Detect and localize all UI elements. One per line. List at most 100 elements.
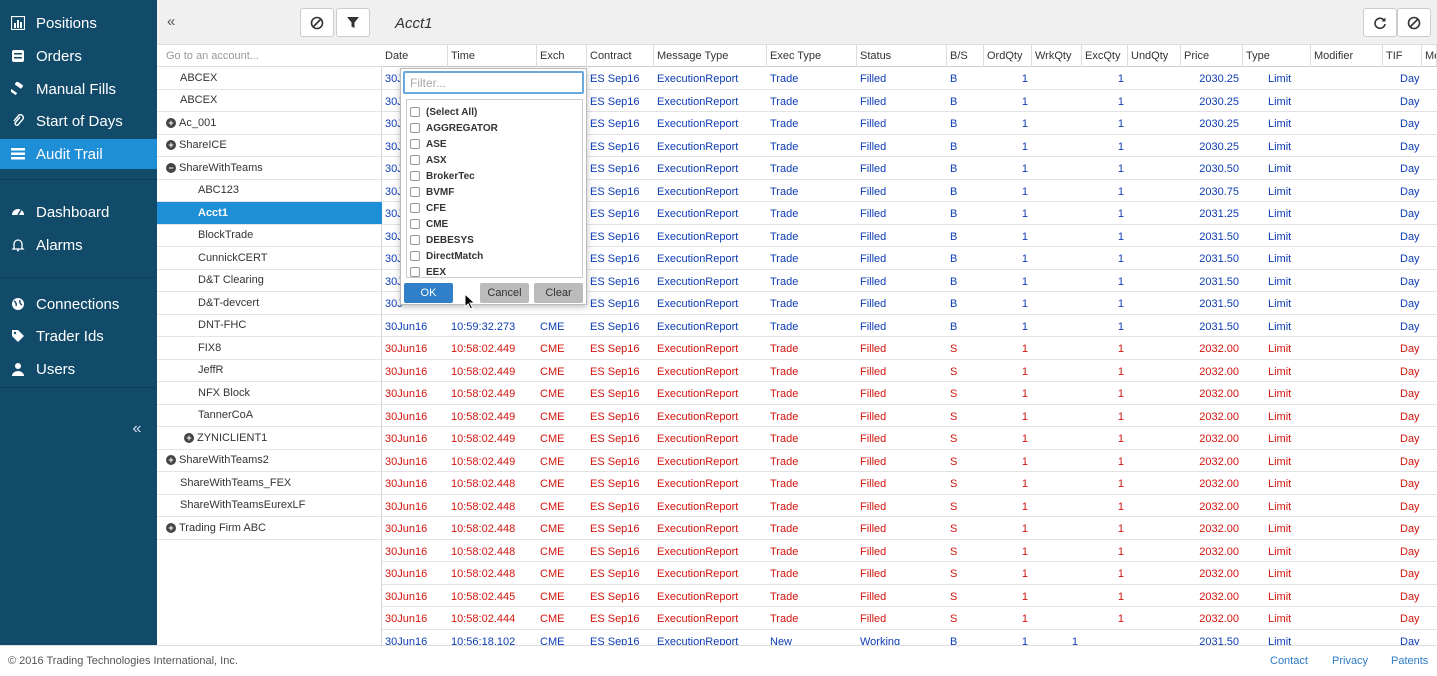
column-header[interactable]: Modifier xyxy=(1311,45,1383,67)
contact-link[interactable]: Contact xyxy=(1270,655,1308,667)
table-row[interactable]: 30Jun16 10:58:02.448 CME ES Sep16 ExecutionR… xyxy=(382,562,1437,585)
account-item[interactable]: + ShareICE xyxy=(157,135,382,157)
privacy-link[interactable]: Privacy xyxy=(1332,655,1368,667)
account-item[interactable]: DNT-FHC xyxy=(157,315,382,337)
expand-icon[interactable]: + xyxy=(166,522,176,533)
column-header[interactable]: Exch xyxy=(537,45,587,67)
table-row[interactable]: 30Jun16 10:58:02.448 CME ES Sep16 ExecutionR… xyxy=(382,495,1437,517)
table-row[interactable]: 30Jun16 10:58:02.444 CME ES Sep16 ExecutionR… xyxy=(382,607,1437,630)
filter-option-checkbox[interactable] xyxy=(410,219,420,229)
table-row[interactable]: 30Jun16 10:58:02.445 CME ES Sep16 ExecutionR… xyxy=(382,585,1437,607)
collapse-accounts-button[interactable]: « xyxy=(167,13,175,30)
account-item[interactable]: JeffR xyxy=(157,360,382,382)
table-row[interactable]: 30Jun16 10:59:32.273 CME ES Sep16 ExecutionR… xyxy=(382,315,1437,337)
table-row[interactable]: 30Jun16 10:58:02.449 CME ES Sep16 ExecutionR… xyxy=(382,405,1437,427)
nav-item-alarms[interactable]: Alarms xyxy=(0,230,157,260)
column-header[interactable]: Date xyxy=(382,45,448,67)
table-row[interactable]: 30Jun16 10:58:02.448 CME ES Sep16 ExecutionR… xyxy=(382,540,1437,562)
filter-option-checkbox[interactable] xyxy=(410,123,420,133)
filter-option-checkbox[interactable] xyxy=(410,107,420,117)
filter-option-checkbox[interactable] xyxy=(410,251,420,261)
table-row[interactable]: 30Jun16 10:56:18.102 CME ES Sep16 ExecutionR… xyxy=(382,630,1437,646)
column-header[interactable]: ExcQty xyxy=(1082,45,1128,67)
table-row[interactable]: 30Jun16 10:58:02.449 CME ES Sep16 ExecutionR… xyxy=(382,360,1437,382)
column-header[interactable]: OrdQty xyxy=(984,45,1032,67)
filter-option-checkbox[interactable] xyxy=(410,187,420,197)
column-header[interactable]: Exec Type xyxy=(767,45,857,67)
table-row[interactable]: 30Jun16 10:58:02.449 CME ES Sep16 ExecutionR… xyxy=(382,450,1437,472)
filter-options-list[interactable]: (Select All) AGGREGATOR ASE ASX BrokerTec BVM… xyxy=(406,99,583,278)
nav-item-start-of-days[interactable]: Start of Days xyxy=(0,106,157,136)
account-search-input[interactable] xyxy=(157,45,382,67)
filter-option[interactable]: EEX xyxy=(407,264,582,277)
filter-option[interactable]: (Select All) xyxy=(407,104,582,120)
filter-option-checkbox[interactable] xyxy=(410,171,420,181)
account-item[interactable]: Acct1 xyxy=(157,202,382,225)
expand-icon[interactable]: + xyxy=(184,432,194,443)
filter-option[interactable]: BrokerTec xyxy=(407,168,582,184)
expand-icon[interactable]: + xyxy=(166,140,176,151)
account-item[interactable]: + ZYNICLIENT1 xyxy=(157,427,382,450)
table-row[interactable]: 30Jun16 10:58:02.449 CME ES Sep16 ExecutionR… xyxy=(382,427,1437,450)
column-header[interactable]: Me xyxy=(1422,45,1437,67)
column-header[interactable]: Price xyxy=(1181,45,1243,67)
column-header[interactable]: Status xyxy=(857,45,947,67)
nav-item-audit-trail[interactable]: Audit Trail xyxy=(0,139,157,169)
column-header[interactable]: Time xyxy=(448,45,537,67)
nav-item-dashboard[interactable]: Dashboard xyxy=(0,197,157,227)
filter-option[interactable]: ASE xyxy=(407,136,582,152)
collapse-icon[interactable]: − xyxy=(166,162,176,173)
filter-ok-button[interactable]: OK xyxy=(404,283,453,303)
account-item[interactable]: ShareWithTeams_FEX xyxy=(157,472,382,495)
account-item[interactable]: D&T Clearing xyxy=(157,270,382,292)
table-row[interactable]: 30Jun16 10:58:02.449 CME ES Sep16 ExecutionR… xyxy=(382,382,1437,405)
filter-option[interactable]: DirectMatch xyxy=(407,248,582,264)
filter-option[interactable]: CME xyxy=(407,216,582,232)
filter-option[interactable]: BVMF xyxy=(407,184,582,200)
nav-item-positions[interactable]: Positions xyxy=(0,8,157,38)
table-row[interactable]: 30Jun16 10:58:02.448 CME ES Sep16 ExecutionR… xyxy=(382,517,1437,540)
account-item[interactable]: + ShareWithTeams2 xyxy=(157,450,382,472)
filter-clear-button[interactable]: Clear xyxy=(534,283,583,303)
account-item[interactable]: CunnickCERT xyxy=(157,247,382,270)
nav-item-trader-ids[interactable]: Trader Ids xyxy=(0,321,157,351)
column-header[interactable]: UndQty xyxy=(1128,45,1181,67)
filter-input[interactable] xyxy=(403,71,584,94)
account-item[interactable]: TannerCoA xyxy=(157,405,382,427)
filter-option-checkbox[interactable] xyxy=(410,155,420,165)
account-item[interactable]: ShareWithTeamsEurexLF xyxy=(157,495,382,517)
column-header[interactable]: TIF xyxy=(1383,45,1422,67)
filter-option[interactable]: DEBESYS xyxy=(407,232,582,248)
nav-item-manual-fills[interactable]: Manual Fills xyxy=(0,74,157,104)
column-header[interactable]: WrkQty xyxy=(1032,45,1082,67)
filter-option[interactable]: ASX xyxy=(407,152,582,168)
account-item[interactable]: NFX Block xyxy=(157,382,382,405)
filter-option-checkbox[interactable] xyxy=(410,267,420,277)
table-row[interactable]: 30Jun16 10:58:02.449 CME ES Sep16 ExecutionR… xyxy=(382,337,1437,360)
patents-link[interactable]: Patents xyxy=(1391,655,1428,667)
account-item[interactable]: ABCEX xyxy=(157,90,382,112)
filter-cancel-button[interactable]: Cancel xyxy=(480,283,529,303)
column-header[interactable]: Contract xyxy=(587,45,654,67)
collapse-nav-button[interactable]: « xyxy=(128,420,146,438)
account-item[interactable]: BlockTrade xyxy=(157,225,382,247)
account-item[interactable]: + Ac_001 xyxy=(157,112,382,135)
clear-filters-button[interactable] xyxy=(1397,8,1431,37)
refresh-button[interactable] xyxy=(1363,8,1397,37)
nav-item-orders[interactable]: Orders xyxy=(0,41,157,71)
filter-accounts-button[interactable] xyxy=(336,8,370,37)
clear-accounts-button[interactable] xyxy=(300,8,334,37)
column-header[interactable]: B/S xyxy=(947,45,984,67)
filter-option[interactable]: AGGREGATOR xyxy=(407,120,582,136)
nav-item-users[interactable]: Users xyxy=(0,354,157,384)
filter-option-checkbox[interactable] xyxy=(410,139,420,149)
expand-icon[interactable]: + xyxy=(166,117,176,128)
account-item[interactable]: + Trading Firm ABC xyxy=(157,517,382,540)
nav-item-connections[interactable]: Connections xyxy=(0,289,157,319)
expand-icon[interactable]: + xyxy=(166,455,176,466)
account-item[interactable]: − ShareWithTeams xyxy=(157,157,382,180)
column-header[interactable]: Type xyxy=(1243,45,1311,67)
account-item[interactable]: ABCEX xyxy=(157,67,382,90)
table-row[interactable]: 30Jun16 10:58:02.448 CME ES Sep16 ExecutionR… xyxy=(382,472,1437,495)
account-item[interactable]: ABC123 xyxy=(157,180,382,202)
